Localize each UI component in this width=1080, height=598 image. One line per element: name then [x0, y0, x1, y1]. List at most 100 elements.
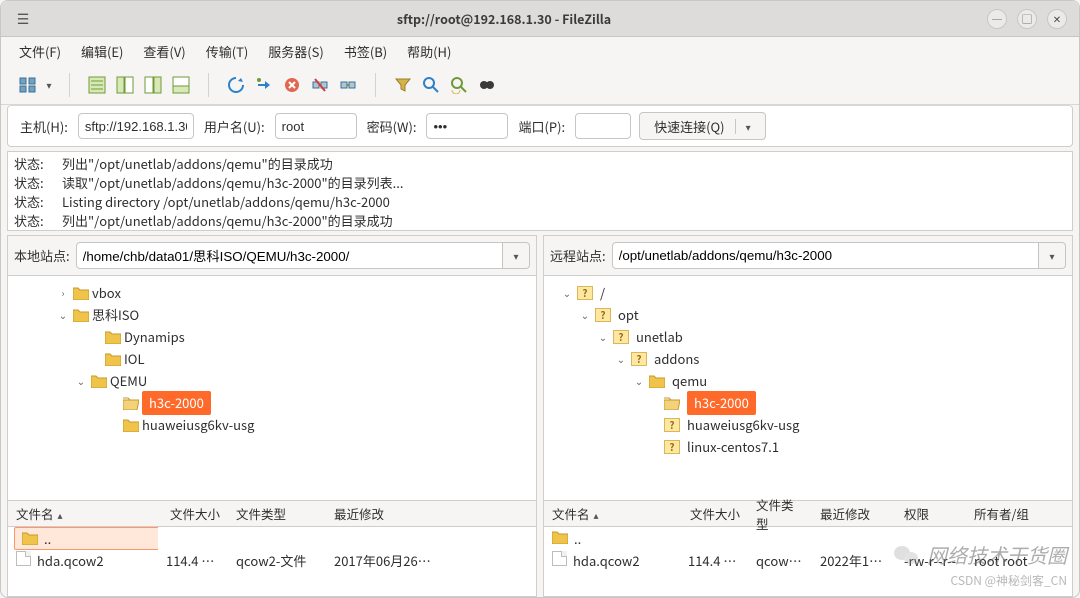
compare-icon[interactable] — [446, 72, 472, 98]
sort-asc-icon: ▴ — [54, 507, 63, 522]
reconnect-icon[interactable] — [335, 72, 361, 98]
menu-file[interactable]: 文件(F) — [13, 38, 67, 65]
remote-tree[interactable]: ⌄?/ ⌄?opt ⌄?unetlab ⌄?addons ⌄qemu h3c-2… — [544, 276, 1072, 500]
log-row: 状态:Listing directory /opt/unetlab/addons… — [14, 192, 1066, 211]
minimize-button[interactable]: ─ — [987, 9, 1007, 29]
pass-label: 密码(W): — [365, 117, 419, 136]
host-label: 主机(H): — [18, 117, 70, 136]
col-name[interactable]: 文件名 — [552, 504, 590, 523]
unknown-folder-icon: ? — [613, 330, 629, 344]
local-path-input[interactable] — [76, 242, 503, 269]
col-size[interactable]: 文件大小 — [158, 504, 228, 523]
file-icon — [552, 551, 567, 566]
search-icon[interactable] — [418, 72, 444, 98]
tree-item[interactable]: huaweiusg6kv-usg — [683, 414, 799, 436]
tree-item-selected[interactable]: h3c-2000 — [142, 391, 211, 415]
col-type[interactable]: 文件类型 — [228, 504, 326, 523]
filezilla-window: ☰ sftp://root@192.168.1.30 - FileZilla ─… — [0, 0, 1080, 598]
remote-filelist-header: 文件名▴ 文件大小 文件类型 最近修改 权限 所有者/组 — [544, 501, 1072, 527]
menu-view[interactable]: 查看(V) — [137, 38, 191, 65]
watermark: 网络技术干货圈 — [893, 540, 1067, 569]
tree-item[interactable]: / — [596, 282, 605, 304]
tree-item[interactable]: addons — [650, 348, 699, 370]
menu-edit[interactable]: 编辑(E) — [75, 38, 129, 65]
tree-item[interactable]: IOL — [124, 348, 145, 370]
pass-input[interactable] — [426, 113, 508, 139]
toggle-localtree-icon[interactable] — [112, 72, 138, 98]
remote-path-drop-icon[interactable]: ▾ — [1038, 242, 1066, 269]
refresh-icon[interactable] — [223, 72, 249, 98]
menu-bookmarks[interactable]: 书签(B) — [338, 38, 393, 65]
list-item[interactable]: .. — [8, 527, 536, 549]
local-filelist-header: 文件名▴ 文件大小 文件类型 最近修改 — [8, 501, 536, 527]
close-button[interactable]: ✕ — [1047, 9, 1067, 29]
port-label: 端口(P): — [516, 117, 567, 136]
window-title: sftp://root@192.168.1.30 - FileZilla — [33, 9, 975, 28]
col-owner[interactable]: 所有者/组 — [966, 504, 1046, 523]
process-queue-icon[interactable] — [251, 72, 277, 98]
sitemanager-icon[interactable] — [15, 72, 41, 98]
watermark-text: 网络技术干货圈 — [927, 540, 1067, 569]
log-row: 状态:列出"/opt/unetlab/addons/qemu/h3c-2000"… — [14, 211, 1066, 230]
tree-item[interactable]: huaweiusg6kv-usg — [142, 414, 254, 436]
col-mtime[interactable]: 最近修改 — [326, 504, 446, 523]
filter-icon[interactable] — [390, 72, 416, 98]
toggle-log-icon[interactable] — [84, 72, 110, 98]
tree-item[interactable]: vbox — [92, 282, 121, 304]
sitemanager-drop-icon[interactable]: ▾ — [43, 77, 55, 92]
tree-item[interactable]: opt — [614, 304, 639, 326]
unknown-folder-icon: ? — [577, 286, 593, 300]
unknown-folder-icon: ? — [595, 308, 611, 322]
unknown-folder-icon: ? — [664, 440, 680, 454]
col-name[interactable]: 文件名 — [16, 504, 54, 523]
local-path-label: 本地站点: — [14, 246, 70, 265]
message-log[interactable]: 状态:列出"/opt/unetlab/addons/qemu"的目录成功 状态:… — [7, 151, 1073, 231]
menu-help[interactable]: 帮助(H) — [401, 38, 457, 65]
sort-asc-icon: ▴ — [590, 507, 599, 522]
unknown-folder-icon: ? — [631, 352, 647, 366]
col-perm[interactable]: 权限 — [896, 504, 966, 523]
menu-server[interactable]: 服务器(S) — [262, 38, 330, 65]
host-input[interactable] — [78, 113, 194, 139]
local-pane: 本地站点: ▾ ›vbox ⌄思科ISO Dynamips IOL ⌄QEMU … — [7, 235, 537, 597]
disconnect-icon[interactable] — [307, 72, 333, 98]
local-path-drop-icon[interactable]: ▾ — [502, 242, 530, 269]
quickconnect-label: 快速连接(Q) — [654, 117, 724, 136]
remote-path-input[interactable] — [612, 242, 1039, 269]
toggle-queue-icon[interactable] — [168, 72, 194, 98]
maximize-button[interactable]: ▢ — [1017, 9, 1037, 29]
toggle-remotetree-icon[interactable] — [140, 72, 166, 98]
tree-item[interactable]: qemu — [668, 370, 707, 392]
quickconnect-bar: 主机(H): 用户名(U): 密码(W): 端口(P): 快速连接(Q) ▾ — [7, 105, 1073, 147]
cancel-icon[interactable] — [279, 72, 305, 98]
col-mtime[interactable]: 最近修改 — [812, 504, 896, 523]
menubar: 文件(F) 编辑(E) 查看(V) 传输(T) 服务器(S) 书签(B) 帮助(… — [1, 37, 1079, 65]
list-item[interactable]: hda.qcow2 114.4 MB qcow2-文件 2017年06月26… — [8, 549, 536, 571]
port-input[interactable] — [575, 113, 631, 139]
tree-item[interactable]: unetlab — [632, 326, 683, 348]
log-row: 状态:读取"/opt/unetlab/addons/qemu/h3c-2000"… — [14, 173, 1066, 192]
quickconnect-button[interactable]: 快速连接(Q) ▾ — [639, 112, 765, 140]
log-row: 状态:列出"/opt/unetlab/addons/qemu"的目录成功 — [14, 154, 1066, 173]
csdn-watermark: CSDN @神秘剑客_CN — [951, 572, 1068, 589]
tree-item-selected[interactable]: h3c-2000 — [687, 391, 756, 415]
tree-item[interactable]: 思科ISO — [92, 304, 139, 326]
menu-transfer[interactable]: 传输(T) — [200, 38, 255, 65]
file-icon — [16, 551, 31, 566]
unknown-folder-icon: ? — [664, 418, 680, 432]
remote-path-label: 远程站点: — [550, 246, 606, 265]
quickconnect-drop-icon[interactable]: ▾ — [735, 119, 751, 134]
toolbar: ▾ — [1, 65, 1079, 105]
local-filelist[interactable]: 文件名▴ 文件大小 文件类型 最近修改 .. hda.qcow2 114.4 M… — [8, 500, 536, 596]
tree-item[interactable]: QEMU — [110, 370, 147, 392]
local-tree[interactable]: ›vbox ⌄思科ISO Dynamips IOL ⌄QEMU h3c-2000… — [8, 276, 536, 500]
col-size[interactable]: 文件大小 — [680, 504, 748, 523]
wechat-icon — [893, 544, 919, 566]
sync-browse-icon[interactable] — [474, 72, 500, 98]
user-input[interactable] — [275, 113, 357, 139]
titlebar: ☰ sftp://root@192.168.1.30 - FileZilla ─… — [1, 1, 1079, 37]
tree-item[interactable]: Dynamips — [124, 326, 185, 348]
user-label: 用户名(U): — [202, 117, 267, 136]
tree-item[interactable]: linux-centos7.1 — [683, 436, 779, 458]
hamburger-icon[interactable]: ☰ — [13, 9, 33, 29]
